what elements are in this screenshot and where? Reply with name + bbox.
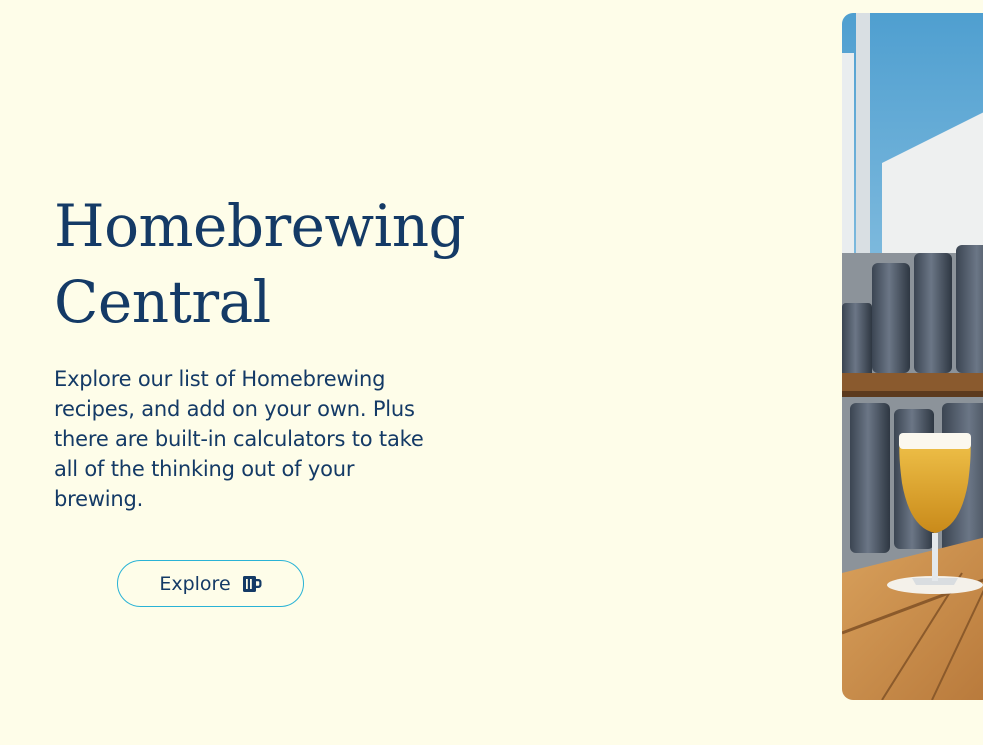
explore-button[interactable]: Explore bbox=[117, 560, 304, 607]
explore-button-label: Explore bbox=[159, 572, 231, 595]
hero-title-line-2: Central bbox=[54, 268, 271, 336]
hero-title: Homebrewing Central bbox=[54, 188, 514, 340]
hero-description: Explore our list of Homebrewing recipes,… bbox=[54, 367, 424, 511]
hero-beer-photo bbox=[842, 13, 983, 700]
beer-mug-icon bbox=[242, 575, 262, 593]
hero-title-line-1: Homebrewing bbox=[54, 192, 466, 260]
